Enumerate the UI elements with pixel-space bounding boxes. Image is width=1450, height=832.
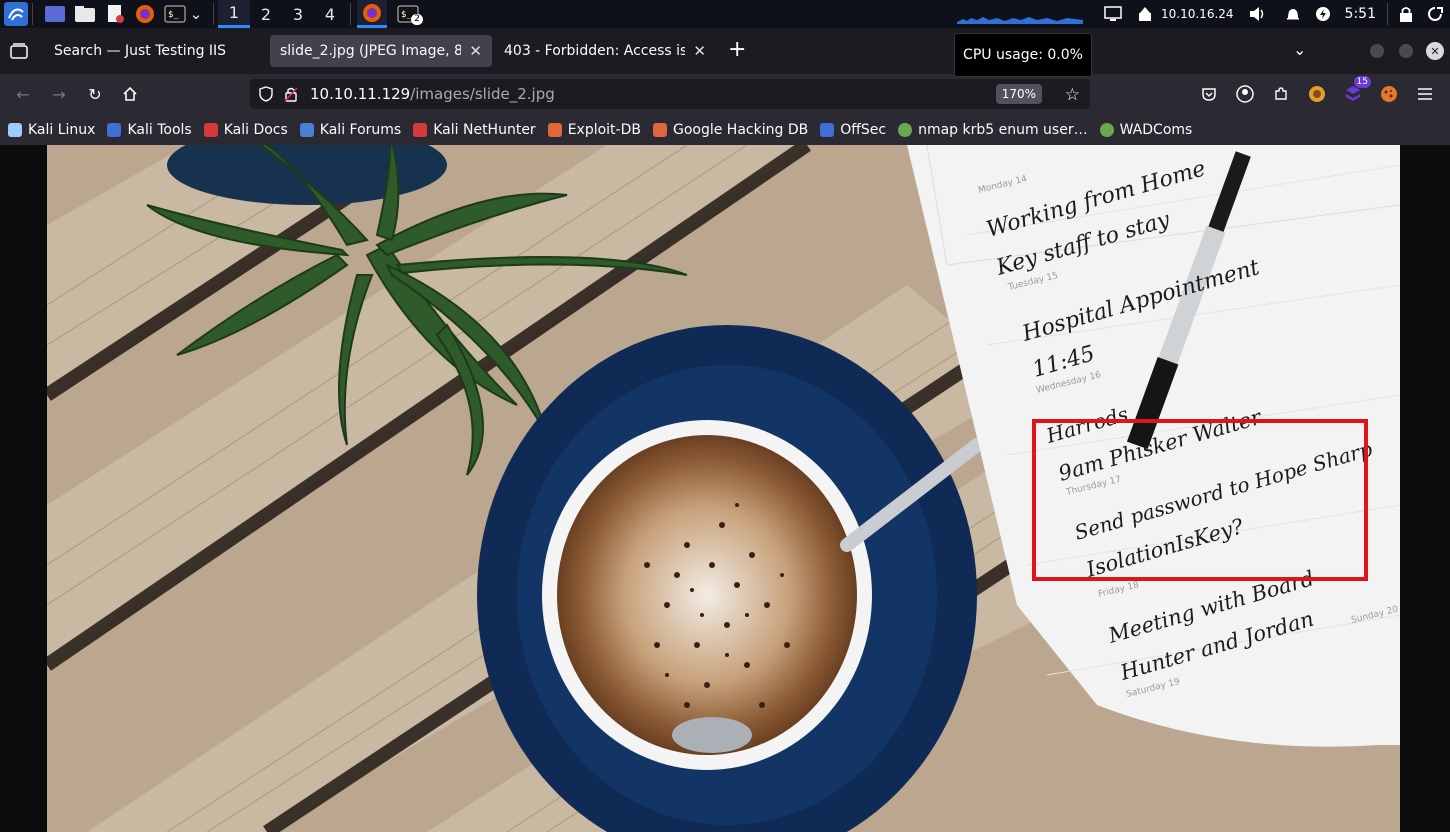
tab-403-forbidden[interactable]: 403 - Forbidden: Access is de ✕ [494, 35, 716, 67]
clock-time[interactable]: 5:51 [1345, 6, 1376, 22]
cookie-editor-icon[interactable] [1377, 82, 1401, 106]
browser-tab-bar: Search — Just Testing IIS slide_2.jpg (J… [0, 28, 1450, 74]
exploit-db-icon [547, 122, 562, 137]
bookmark-kali-tools[interactable]: Kali Tools [107, 122, 192, 138]
workspace-3[interactable]: 3 [282, 0, 314, 28]
system-tray: 10.10.16.24 5:51 [950, 0, 1450, 28]
kali-dragon-icon [8, 122, 22, 137]
terminal-window-icon[interactable]: $_ 2 [393, 3, 423, 25]
extensions-puzzle-icon[interactable] [1269, 82, 1293, 106]
nethunter-icon [413, 122, 428, 137]
ghdb-icon [652, 122, 667, 137]
cpu-usage-tooltip: CPU usage: 0.0% [954, 33, 1092, 77]
workspace-1[interactable]: 1 [218, 0, 250, 28]
home-button[interactable] [118, 82, 142, 106]
bookmark-kali-forums[interactable]: Kali Forums [299, 122, 401, 138]
svg-text:$_: $_ [168, 10, 179, 20]
firefox-launcher-icon[interactable] [133, 3, 157, 25]
cpu-graph[interactable] [957, 4, 1084, 24]
kali-forums-icon [299, 122, 314, 137]
new-tab-button[interactable]: + [728, 39, 746, 61]
url-host: 10.10.11.129 [310, 85, 411, 103]
hamburger-menu-icon[interactable] [1413, 82, 1437, 106]
terminal-launcher-icon[interactable]: $_ [163, 3, 187, 25]
kali-docs-icon [203, 122, 218, 137]
extension-count-badge: 15 [1353, 76, 1371, 88]
zoom-level-button[interactable]: 170% [995, 84, 1042, 104]
bookmark-nmap-krb5[interactable]: nmap krb5 enum user… [898, 122, 1088, 138]
firefox-window-icon[interactable] [357, 0, 387, 28]
terminal-count-badge: 2 [411, 14, 423, 25]
tab-title: Search — Just Testing IIS [54, 43, 227, 59]
tab-search[interactable]: Search — Just Testing IIS [44, 35, 266, 67]
tracking-shield-icon[interactable] [258, 86, 274, 102]
close-tab-icon[interactable]: ✕ [693, 42, 706, 60]
system-taskbar: $_ ⌄ 1 2 3 4 $_ 2 10.10.16.24 5:51 [0, 0, 1450, 28]
extension-badge-icon[interactable]: 15 [1341, 76, 1371, 106]
slide-image[interactable]: Monday 14 Tuesday 15 Wednesday 16 Thursd… [47, 145, 1400, 832]
logout-icon[interactable] [1427, 6, 1443, 22]
pocket-icon[interactable] [1197, 82, 1221, 106]
offsec-icon [820, 122, 835, 137]
display-icon[interactable] [1104, 6, 1122, 22]
window-minimize-button[interactable] [1370, 44, 1384, 58]
window-close-button[interactable]: ✕ [1426, 42, 1444, 60]
bookmark-star-icon[interactable]: ☆ [1065, 85, 1080, 105]
navigation-toolbar: ← → ↻ 10.10.11.129/images/slide_2.jpg 17… [0, 74, 1450, 114]
account-icon[interactable] [1233, 82, 1257, 106]
desktop-icon[interactable] [43, 3, 67, 25]
volume-icon[interactable] [1248, 6, 1266, 22]
text-editor-icon[interactable] [103, 3, 127, 25]
foxyproxy-icon[interactable] [1305, 82, 1329, 106]
bookmark-google-hacking-db[interactable]: Google Hacking DB [652, 122, 808, 138]
bookmark-offsec[interactable]: OffSec [820, 122, 886, 138]
lock-screen-icon[interactable] [1399, 6, 1413, 22]
tab-title: 403 - Forbidden: Access is de [504, 43, 686, 59]
nmap-icon [898, 122, 913, 137]
list-all-tabs-icon[interactable]: ⌄ [1293, 40, 1306, 59]
chevron-down-icon[interactable]: ⌄ [189, 3, 203, 25]
firefox-view-icon[interactable] [10, 43, 28, 59]
insecure-lock-icon[interactable] [284, 86, 298, 102]
image-viewer: Monday 14 Tuesday 15 Wednesday 16 Thursd… [0, 145, 1450, 832]
kali-menu-icon[interactable] [4, 2, 28, 26]
reload-button[interactable]: ↻ [83, 82, 107, 106]
workspace-2[interactable]: 2 [250, 0, 282, 28]
wadcoms-icon [1099, 122, 1114, 137]
bookmarks-toolbar: Kali Linux Kali Tools Kali Docs Kali For… [0, 114, 1450, 145]
bookmark-kali-docs[interactable]: Kali Docs [203, 122, 288, 138]
tab-title: slide_2.jpg (JPEG Image, 842 [280, 43, 462, 59]
bookmark-wadcoms[interactable]: WADComs [1099, 122, 1192, 138]
bookmark-exploit-db[interactable]: Exploit-DB [547, 122, 641, 138]
vpn-ip-label: 10.10.16.24 [1161, 7, 1234, 21]
url-path: /images/slide_2.jpg [410, 85, 555, 103]
vpn-lock-icon[interactable] [1136, 5, 1154, 23]
window-maximize-button[interactable] [1399, 44, 1413, 58]
power-manager-icon[interactable] [1315, 6, 1331, 22]
forward-button[interactable]: → [47, 82, 71, 106]
close-tab-icon[interactable]: ✕ [469, 42, 482, 60]
address-bar[interactable]: 10.10.11.129/images/slide_2.jpg 170% ☆ [250, 79, 1090, 109]
workspace-4[interactable]: 4 [314, 0, 346, 28]
tab-slide-image[interactable]: slide_2.jpg (JPEG Image, 842 ✕ [270, 35, 492, 67]
back-button[interactable]: ← [11, 82, 35, 106]
notifications-bell-icon[interactable] [1285, 6, 1301, 22]
bookmark-kali-nethunter[interactable]: Kali NetHunter [413, 122, 536, 138]
file-manager-icon[interactable] [73, 3, 97, 25]
kali-tools-icon [107, 122, 122, 137]
bookmark-kali-linux[interactable]: Kali Linux [8, 122, 95, 138]
